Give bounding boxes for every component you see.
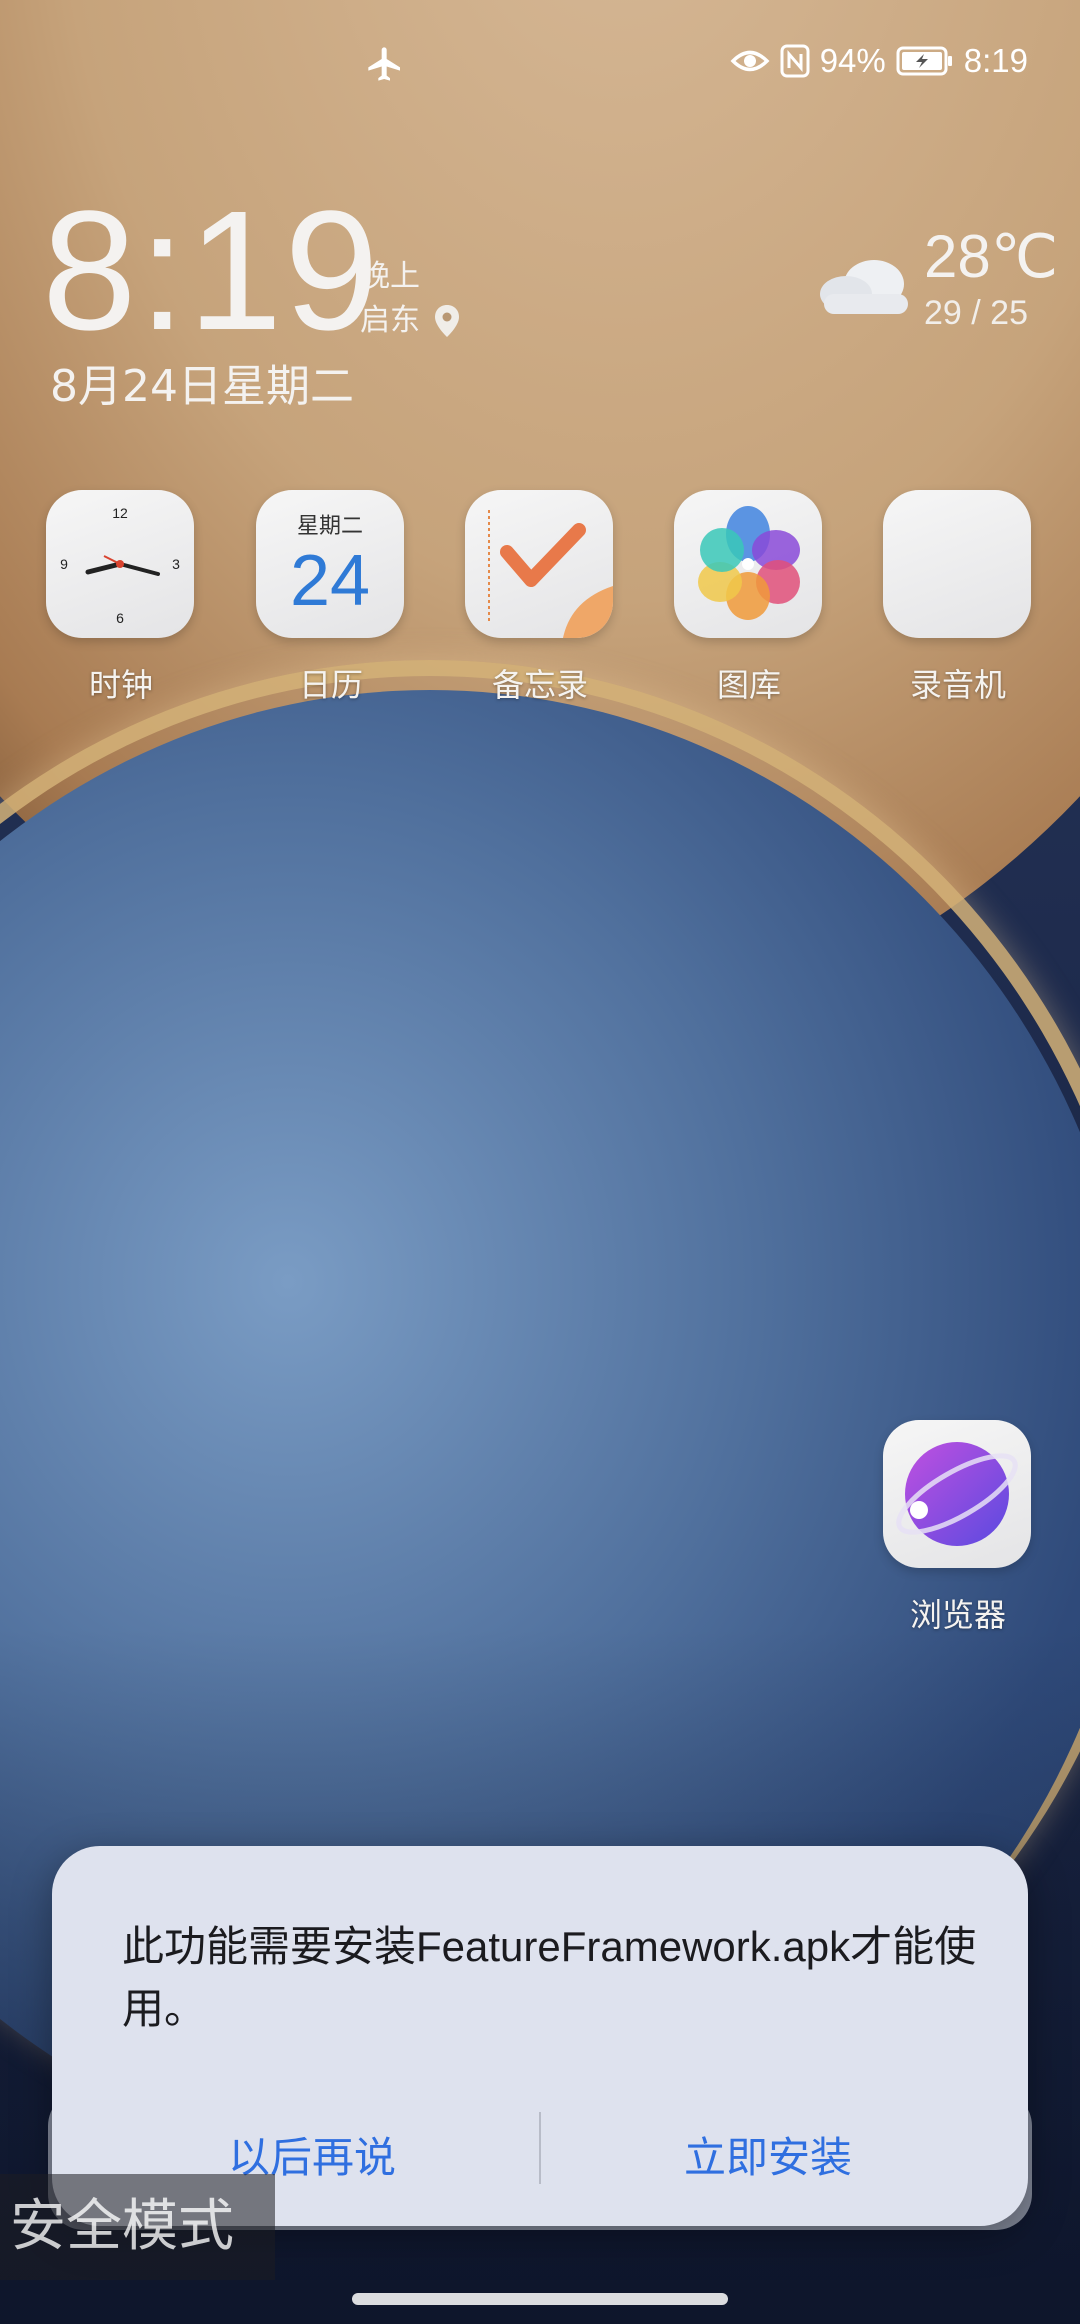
clock-icon: 12 3 6 9 [60, 505, 180, 626]
clock-icon-nine: 9 [60, 556, 68, 572]
calendar-icon[interactable]: 星期二 24 [256, 490, 404, 638]
clock-widget-location: 启东 [360, 303, 420, 338]
app-tile[interactable] [465, 490, 613, 638]
clock-icon-six: 6 [116, 610, 124, 626]
status-bar: 94% 8:19 [0, 40, 1080, 90]
status-time: 8:19 [963, 42, 1028, 79]
location-row: 启东 [360, 299, 460, 343]
clock-widget-period: 晚上 [360, 259, 420, 294]
weather-range: 29 / 25 [924, 294, 1028, 332]
airplane-mode-icon [368, 47, 400, 81]
clock-icon-twelve: 12 [112, 505, 128, 521]
calendar-icon-weekday: 星期二 [296, 514, 363, 539]
install-now-button[interactable]: 立即安装 [548, 2114, 988, 2194]
button-divider [539, 2112, 541, 2184]
eye-comfort-icon [730, 50, 770, 72]
clock-widget-time[interactable]: 8:19 [42, 186, 381, 356]
app-browser[interactable]: 浏览器 [883, 1420, 1033, 1636]
safe-mode-label: 安全模式 [0, 2174, 275, 2280]
status-bar-right: 94% 8:19 [730, 42, 1028, 80]
app-tile[interactable] [883, 490, 1031, 638]
app-calendar[interactable]: 星期二 24 日历 [256, 490, 406, 706]
app-label: 图库 [716, 666, 781, 704]
app-tile[interactable]: 12 3 6 9 [46, 490, 194, 638]
dialog-message: 此功能需要安装FeatureFramework.apk才能使用。 [122, 1923, 977, 2032]
cloudy-icon[interactable] [816, 250, 912, 316]
app-label: 浏览器 [909, 1596, 1006, 1634]
gallery-icon [698, 506, 800, 620]
home-indicator[interactable] [352, 2293, 728, 2305]
clock-icon-three: 3 [172, 556, 180, 572]
app-label: 录音机 [909, 666, 1006, 704]
calendar-icon-day: 24 [289, 541, 371, 621]
app-label: 备忘录 [491, 666, 588, 704]
app-gallery[interactable]: 图库 [674, 490, 824, 706]
weather-temperature[interactable]: 28℃ [924, 222, 1058, 292]
recorder-icon [900, 511, 1014, 617]
app-label: 时钟 [88, 666, 153, 704]
battery-charging-icon [896, 46, 952, 76]
notepad-icon [488, 510, 613, 638]
browser-icon [896, 1442, 1018, 1546]
location-pin-icon [435, 305, 459, 337]
clock-widget-date: 8月24日星期二 [50, 361, 354, 412]
app-tile[interactable] [883, 1420, 1031, 1568]
install-dialog: 此功能需要安装FeatureFramework.apk才能使用。 以后再说 立即… [52, 1846, 1028, 2226]
app-label: 日历 [298, 666, 363, 704]
nfc-icon [780, 44, 810, 78]
app-clock[interactable]: 12 3 6 9 时钟 [46, 490, 196, 706]
clock-widget-meta: 晚上 启东 [360, 255, 460, 343]
app-recorder[interactable]: 录音机 [883, 490, 1033, 706]
battery-percent: 94% [819, 42, 886, 79]
app-tile[interactable] [674, 490, 822, 638]
app-notepad[interactable]: 备忘录 [465, 490, 615, 706]
